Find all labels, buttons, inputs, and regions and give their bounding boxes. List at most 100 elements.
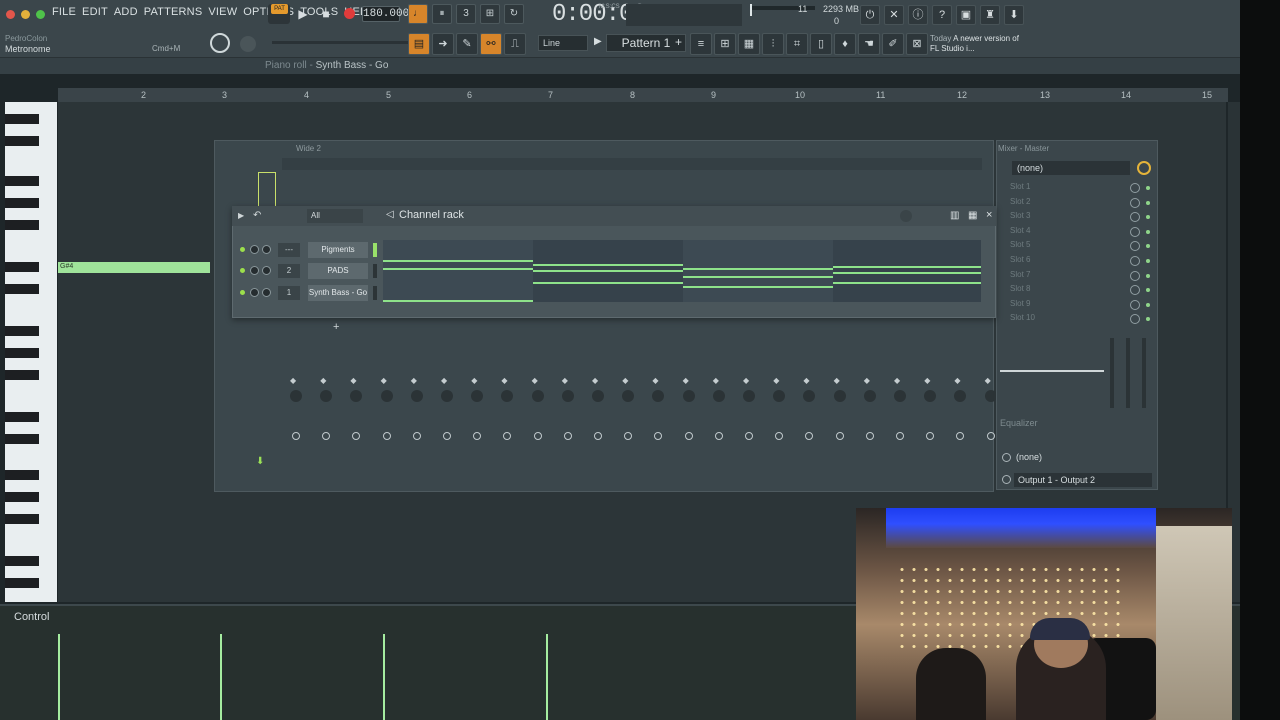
pattern-select[interactable]: Pattern 1 [606,34,686,52]
slot-mix-knob[interactable] [1130,270,1140,281]
step-ring[interactable] [714,432,723,440]
mixer-slot[interactable]: Slot 3 [1010,211,1030,220]
rack-menu-icon[interactable]: ▶ [238,211,244,220]
timeline-ruler[interactable] [58,88,1228,102]
black-key[interactable] [5,262,39,272]
black-key[interactable] [5,492,39,502]
file-icon[interactable]: ▯ [810,33,832,55]
mixer-slot[interactable]: Slot 10 [1010,313,1035,322]
black-key[interactable] [5,578,39,588]
reset-icon[interactable]: ⏻ [860,5,880,25]
shop-icon[interactable]: ⊠ [906,33,928,55]
power-icon[interactable] [1137,161,1151,175]
stop-button[interactable]: ■ [317,5,335,23]
minimize-window-button[interactable] [21,10,30,19]
step-ring[interactable] [865,432,874,440]
step-ring[interactable] [443,432,451,440]
black-key[interactable] [5,326,39,336]
step-ring[interactable] [745,432,753,440]
route-arrow-icon[interactable]: ◆ [683,376,689,385]
playlist-icon[interactable]: ≡ [690,33,712,55]
mixer-track-number[interactable]: --- [278,243,300,257]
route-arrow-icon[interactable]: ◆ [773,376,779,385]
step-ring[interactable] [896,432,904,440]
step-view-icon[interactable]: ▦ [968,210,977,221]
step-ring[interactable] [382,432,391,440]
step-ring[interactable] [594,432,602,440]
step-ring[interactable] [684,432,693,440]
step-knob[interactable] [592,390,604,402]
black-key[interactable] [5,556,39,566]
route-arrow-icon[interactable]: ◆ [381,376,387,385]
route-arrow-icon[interactable]: ◆ [411,376,417,385]
add-pattern-icon[interactable]: + [675,35,682,49]
mixer-view-icon[interactable]: ⫶ [762,33,784,55]
channel-select[interactable] [373,264,377,278]
menu-file[interactable]: FILE [52,6,76,18]
slot-led[interactable] [1146,259,1150,263]
black-key[interactable] [5,220,39,230]
volume-knob[interactable] [262,266,271,275]
wait-input-icon[interactable]: ⏸ [432,4,452,24]
menu-view[interactable]: VIEW [208,6,237,18]
slot-led[interactable] [1146,186,1150,190]
velocity-bar[interactable] [546,634,548,720]
step-knob[interactable] [410,390,423,402]
pan-knob[interactable] [250,288,259,297]
mixer-slot[interactable]: Slot 1 [1010,182,1030,191]
tempo-display[interactable]: 180.000 [362,6,409,22]
master-volume-knob[interactable] [210,33,230,53]
fader[interactable] [1126,338,1130,408]
master-pitch-knob[interactable] [240,36,256,52]
undo-icon[interactable]: ↶ [253,210,261,221]
menu-patterns[interactable]: PATTERNS [144,6,203,18]
velocity-bar[interactable] [220,634,222,720]
route-arrow-icon[interactable]: ◆ [834,376,840,385]
mixer-icon[interactable]: ✕ [884,5,904,25]
velocity-bar[interactable] [58,634,60,720]
step-knob[interactable] [290,390,302,402]
channel-name[interactable]: Pigments [308,242,368,258]
route-arrow-icon[interactable]: ◆ [471,376,477,385]
mixer-slot[interactable]: Slot 9 [1010,299,1030,308]
step-ring[interactable] [292,432,300,440]
route-arrow-icon[interactable]: ◆ [985,376,991,385]
route-arrow-icon[interactable]: ◆ [954,376,960,385]
mixer-input-2[interactable]: (none) [1016,452,1042,462]
step-knob[interactable] [712,390,725,402]
arrow-down-icon[interactable]: ⬇ [256,456,264,467]
plugin-picker-icon[interactable]: ♦ [834,33,856,55]
fader[interactable] [1142,338,1146,408]
black-key[interactable] [5,198,39,208]
close-icon[interactable]: × [986,209,992,221]
mixer-slot[interactable]: Slot 8 [1010,284,1030,293]
close-window-button[interactable] [6,10,15,19]
channel-name[interactable]: Synth Bass - Go [308,285,368,301]
black-key[interactable] [5,114,39,124]
step-knob[interactable] [833,390,846,402]
route-arrow-icon[interactable]: ◆ [713,376,719,385]
step-knob[interactable] [380,390,393,402]
route-arrow-icon[interactable]: ◆ [290,376,296,385]
metronome-icon[interactable]: ♩ [408,4,428,24]
step-ring[interactable] [986,432,995,440]
route-arrow-icon[interactable]: ◆ [864,376,870,385]
channel-row[interactable]: 2 PADS [236,262,377,280]
note[interactable] [58,262,210,273]
route-arrow-icon[interactable]: ◆ [652,376,658,385]
record-button[interactable] [340,5,358,23]
channel-rack-note-preview[interactable] [383,240,981,302]
channel-rack-icon[interactable]: ⊞ [714,33,736,55]
black-key[interactable] [5,370,39,380]
volume-knob[interactable] [262,288,271,297]
link-icon[interactable]: ⚯ [480,33,502,55]
route-arrow-icon[interactable]: ◆ [743,376,749,385]
mixer-slot[interactable]: Slot 4 [1010,226,1030,235]
slot-mix-knob[interactable] [1130,183,1140,193]
mixer-output-select[interactable]: Output 1 - Output 2 [1014,473,1152,487]
menu-add[interactable]: ADD [114,6,138,18]
step-knob[interactable] [682,390,695,402]
step-knob[interactable] [984,390,997,402]
route-arrow-icon[interactable]: ◆ [532,376,538,385]
pencil-icon[interactable]: ✎ [456,33,478,55]
